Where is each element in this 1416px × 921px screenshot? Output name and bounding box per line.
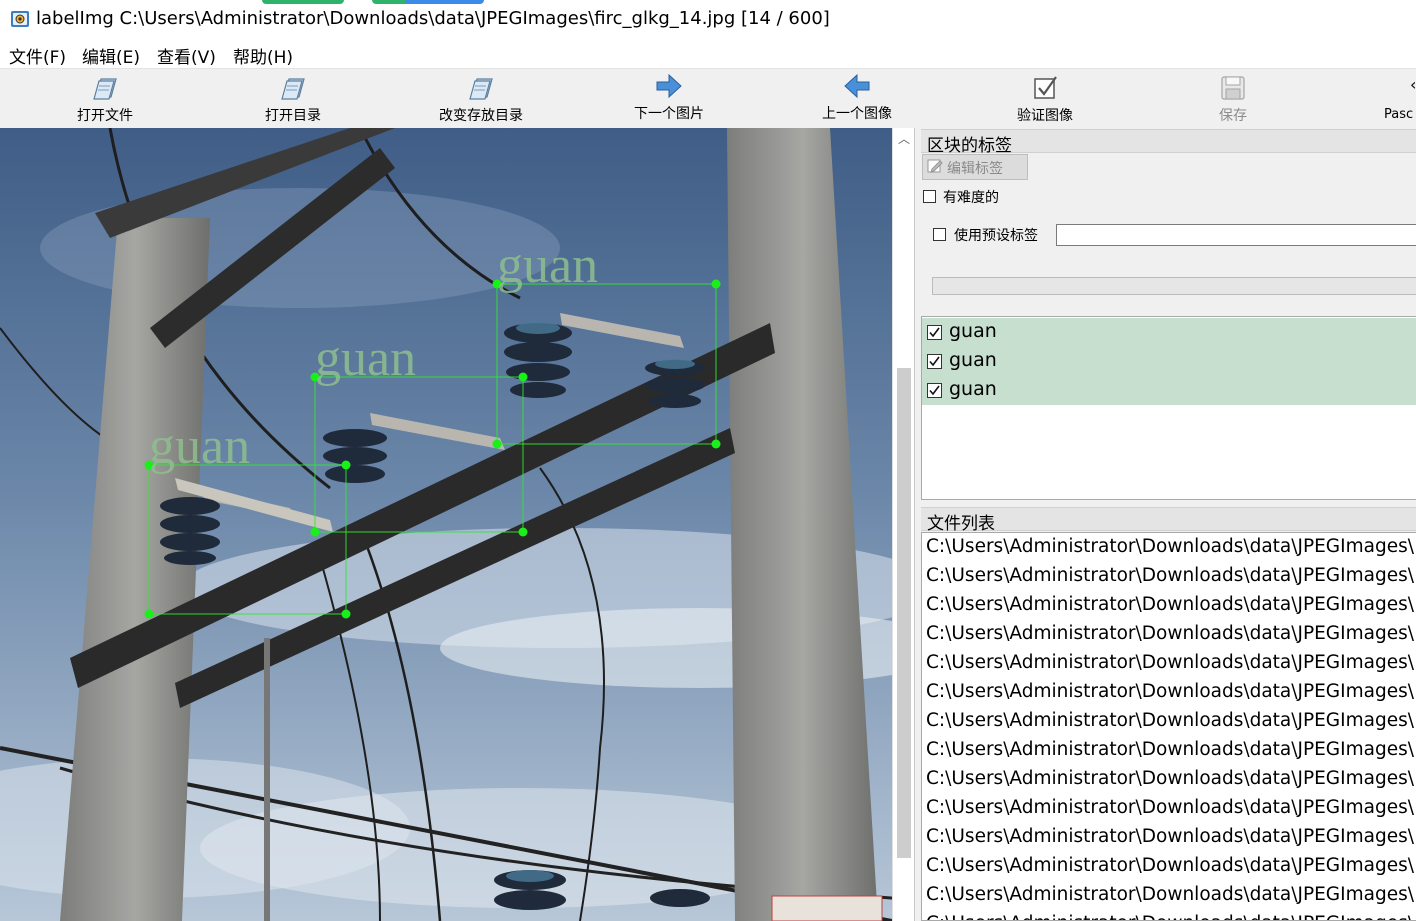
verify-image-label: 验证图像 <box>1017 108 1073 124</box>
checkmark-icon <box>929 385 940 396</box>
file-list-dock-title: 文件列表 <box>921 507 1416 534</box>
file-list-item[interactable]: C:\Users\Administrator\Downloads\data\JP… <box>926 739 1414 760</box>
checkmark-icon <box>929 327 940 338</box>
file-list-item[interactable]: C:\Users\Administrator\Downloads\data\JP… <box>926 913 1414 920</box>
file-list-item[interactable]: C:\Users\Administrator\Downloads\data\JP… <box>926 594 1414 615</box>
title-bar: labelImg C:\Users\Administrator\Download… <box>0 0 1416 38</box>
label-list-item[interactable]: guan <box>922 318 1416 347</box>
prev-image-icon <box>844 73 870 99</box>
label-visible-checkbox[interactable] <box>927 383 942 398</box>
label-list-item-text: guan <box>949 320 997 342</box>
menu-help[interactable]: 帮助(H) <box>233 43 293 68</box>
save-button[interactable]: 保存 <box>1143 69 1323 129</box>
canvas-vertical-scrollbar[interactable]: ︿ <box>892 128 915 921</box>
difficult-checkbox[interactable] <box>923 190 936 203</box>
box-label-3: guan <box>149 418 250 475</box>
format-toggle-icon: ‹ <box>1410 75 1416 94</box>
edit-pencil-icon <box>927 159 943 173</box>
open-dir-icon <box>281 78 305 100</box>
file-list[interactable]: C:\Users\Administrator\Downloads\data\JP… <box>921 532 1416 921</box>
file-list-item[interactable]: C:\Users\Administrator\Downloads\data\JP… <box>926 623 1414 644</box>
open-file-label: 打开文件 <box>77 108 133 124</box>
open-file-icon <box>93 78 117 100</box>
file-list-item[interactable]: C:\Users\Administrator\Downloads\data\JP… <box>926 565 1414 586</box>
menu-file[interactable]: 文件(F) <box>9 43 66 68</box>
right-dock-panel: 区块的标签 编辑标签 有难度的 使用预设标签 guan guan guan 文件… <box>914 128 1416 921</box>
open-dir-label: 打开目录 <box>265 108 321 124</box>
file-list-item[interactable]: C:\Users\Administrator\Downloads\data\JP… <box>926 826 1414 847</box>
menu-edit[interactable]: 编辑(E) <box>82 43 140 68</box>
box-label-1: guan <box>497 237 598 294</box>
labelimg-app-icon <box>11 11 29 27</box>
prev-image-label: 上一个图像 <box>822 106 892 122</box>
open-dir-button[interactable]: 打开目录 <box>203 69 383 129</box>
file-list-item[interactable]: C:\Users\Administrator\Downloads\data\JP… <box>926 681 1414 702</box>
format-toggle-label: Pasc <box>1384 107 1414 122</box>
verify-image-button[interactable]: 验证图像 <box>955 69 1135 129</box>
next-image-icon <box>656 73 682 99</box>
prev-image-button[interactable]: 上一个图像 <box>767 69 947 129</box>
file-list-item[interactable]: C:\Users\Administrator\Downloads\data\JP… <box>926 652 1414 673</box>
change-save-dir-label: 改变存放目录 <box>439 108 523 124</box>
change-save-dir-icon <box>469 78 493 100</box>
menu-bar: 文件(F) 编辑(E) 查看(V) 帮助(H) <box>0 38 1416 68</box>
label-list-item-text: guan <box>949 378 997 400</box>
label-visible-checkbox[interactable] <box>927 354 942 369</box>
taskbar-indicator-blue <box>372 0 484 4</box>
change-save-dir-button[interactable]: 改变存放目录 <box>391 69 571 129</box>
taskbar-indicator-green <box>262 0 344 4</box>
format-toggle-button[interactable]: ‹ Pasc <box>1380 69 1416 129</box>
label-visible-checkbox[interactable] <box>927 325 942 340</box>
progress-bar <box>932 277 1416 295</box>
save-label: 保存 <box>1219 108 1247 124</box>
file-list-item[interactable]: C:\Users\Administrator\Downloads\data\JP… <box>926 797 1414 818</box>
annotated-photo[interactable]: guan guan guan <box>0 128 892 921</box>
file-list-item[interactable]: C:\Users\Administrator\Downloads\data\JP… <box>926 855 1414 876</box>
window-title: labelImg C:\Users\Administrator\Download… <box>36 8 830 29</box>
label-list-item[interactable]: guan <box>922 376 1416 405</box>
file-list-item[interactable]: C:\Users\Administrator\Downloads\data\JP… <box>926 768 1414 789</box>
next-image-label: 下一个图片 <box>634 106 704 122</box>
edit-label-button[interactable]: 编辑标签 <box>922 154 1028 180</box>
file-list-title-text: 文件列表 <box>927 514 995 534</box>
verify-image-icon <box>1034 76 1057 99</box>
file-list-item[interactable]: C:\Users\Administrator\Downloads\data\JP… <box>926 536 1414 557</box>
menu-view[interactable]: 查看(V) <box>157 43 216 68</box>
file-list-item[interactable]: C:\Users\Administrator\Downloads\data\JP… <box>926 884 1414 905</box>
use-default-label-text: 使用预设标签 <box>954 228 1038 244</box>
save-icon <box>1221 76 1245 100</box>
file-list-item[interactable]: C:\Users\Administrator\Downloads\data\JP… <box>926 710 1414 731</box>
label-list[interactable]: guan guan guan <box>921 316 1416 500</box>
toolbar: 打开文件 打开目录 改变存放目录 下一个图片 上一个图像 验证图像 保存 ‹ P… <box>0 68 1416 130</box>
image-canvas[interactable]: guan guan guan <box>0 128 892 921</box>
next-image-button[interactable]: 下一个图片 <box>579 69 759 129</box>
label-list-item-text: guan <box>949 349 997 371</box>
edit-label-button-text: 编辑标签 <box>947 161 1003 177</box>
default-label-input[interactable] <box>1056 224 1416 246</box>
difficult-label: 有难度的 <box>943 190 999 206</box>
box-labels-dock-title: 区块的标签 <box>921 129 1416 156</box>
scroll-up-icon[interactable]: ︿ <box>893 130 915 147</box>
box-labels-title-text: 区块的标签 <box>927 136 1012 156</box>
box-label-2: guan <box>315 330 416 387</box>
open-file-button[interactable]: 打开文件 <box>15 69 195 129</box>
label-list-item[interactable]: guan <box>922 347 1416 376</box>
use-default-label-checkbox[interactable] <box>933 228 946 241</box>
scrollbar-thumb[interactable] <box>897 368 911 858</box>
checkmark-icon <box>929 356 940 367</box>
